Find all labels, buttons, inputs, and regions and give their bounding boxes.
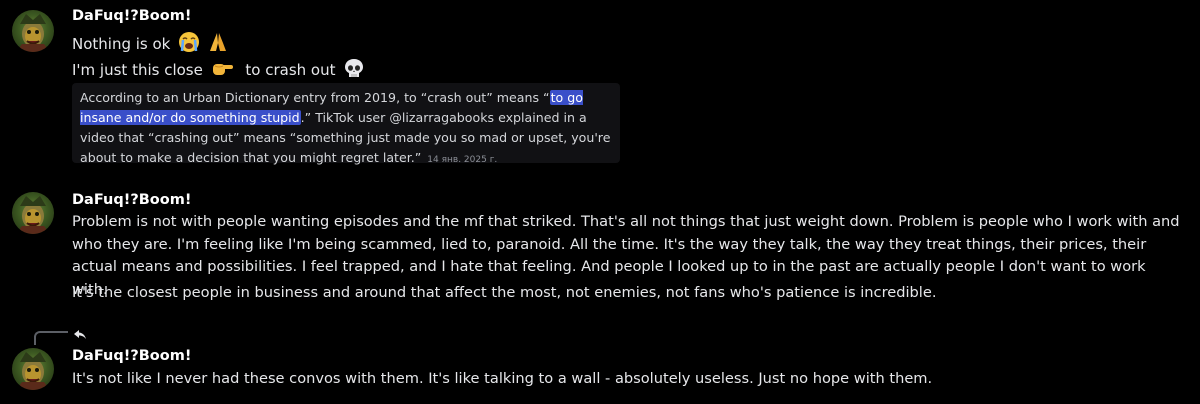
reply-connector (34, 331, 68, 345)
quote-date: 14 янв. 2025 г. (427, 155, 498, 165)
message-line: Nothing is ok (72, 31, 228, 57)
message-text: to crash out (245, 61, 336, 79)
message-text: It's not like I never had these convos w… (72, 370, 933, 387)
avatar[interactable] (12, 192, 54, 234)
chat-log: DaFuq!?Boom! Nothing is ok I'm just this… (0, 0, 1200, 404)
avatar[interactable] (12, 10, 54, 52)
skull-icon (343, 57, 365, 83)
author-name[interactable]: DaFuq!?Boom! (72, 8, 191, 24)
quote-text-pre: According to an Urban Dictionary entry f… (80, 90, 550, 105)
reply-arrow-icon (73, 326, 87, 339)
pointing-finger-icon (211, 57, 235, 83)
message-text: It's the closest people in business and … (72, 284, 937, 301)
message-text: Nothing is ok (72, 35, 171, 53)
message-text: I'm just this close (72, 61, 203, 79)
avatar[interactable] (12, 348, 54, 390)
author-name[interactable]: DaFuq!?Boom! (72, 192, 191, 208)
message-line: I'm just this close to crash out (72, 57, 365, 83)
loudly-crying-face-icon (178, 31, 200, 57)
author-name[interactable]: DaFuq!?Boom! (72, 348, 191, 364)
quoted-snippet: According to an Urban Dictionary entry f… (72, 83, 620, 165)
folded-hands-icon (208, 31, 228, 57)
